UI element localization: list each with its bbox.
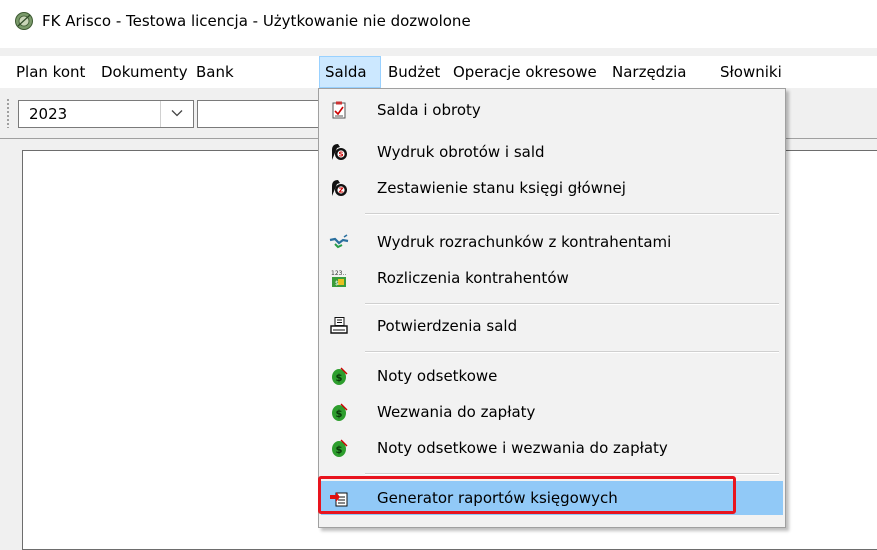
menu-budzet[interactable]: Budżet	[388, 56, 440, 88]
salda-menu: Salda i obroty S Wydruk obrotów i sald Z…	[318, 88, 786, 528]
menu-item-noty-i-wezwania[interactable]: $ Noty odsetkowe i wezwania do zapłaty	[321, 431, 783, 465]
svg-text:$: $	[336, 373, 343, 384]
bag-s-icon: S	[332, 144, 347, 160]
menu-item-label: Wezwania do zapłaty	[377, 403, 536, 421]
toolbar-grip[interactable]	[6, 98, 10, 128]
report-generator-icon	[330, 492, 348, 507]
chevron-down-icon	[171, 110, 183, 117]
menu-item-label: Generator raportów księgowych	[377, 489, 618, 507]
svg-text:$: $	[335, 280, 339, 287]
menu-item-label: Wydruk obrotów i sald	[377, 143, 545, 161]
menu-slowniki[interactable]: Słowniki	[720, 56, 782, 88]
checklist-icon	[332, 101, 346, 119]
menu-item-label: Rozliczenia kontrahentów	[377, 269, 569, 287]
menu-bank[interactable]: Bank	[196, 56, 234, 88]
svg-text:123..: 123..	[331, 270, 346, 277]
svg-text:$: $	[336, 409, 343, 420]
menu-item-label: Salda i obroty	[377, 101, 481, 119]
menu-item-label: Noty odsetkowe	[377, 367, 498, 385]
year-select[interactable]: 2023	[18, 100, 194, 128]
money-note-icon: $	[332, 403, 348, 421]
printer-icon	[330, 317, 348, 334]
menu-item-label: Potwierdzenia sald	[377, 317, 518, 335]
handshake-icon	[329, 234, 349, 249]
menu-item-noty-odsetkowe[interactable]: $ Noty odsetkowe	[321, 359, 783, 393]
money-note-icon: $	[332, 439, 348, 457]
menu-item-label: Wydruk rozrachunków z kontrahentami	[377, 233, 672, 251]
menu-separator	[365, 303, 779, 305]
year-dropdown-button[interactable]	[160, 101, 193, 127]
menu-item-wydruk-rozrachunkow[interactable]: Wydruk rozrachunków z kontrahentami	[321, 225, 783, 259]
money-note-icon: $	[332, 367, 348, 385]
year-value: 2023	[29, 105, 68, 123]
title-bar: FK Arisco - Testowa licencja - Użytkowan…	[0, 0, 877, 48]
menu-item-rozliczenia-kontrahentow[interactable]: 123.. $ Rozliczenia kontrahentów	[321, 261, 783, 295]
menu-item-wezwania-do-zaplaty[interactable]: $ Wezwania do zapłaty	[321, 395, 783, 429]
menu-narzedzia[interactable]: Narzędzia	[612, 56, 686, 88]
menu-item-wydruk-obrotow-i-sald[interactable]: S Wydruk obrotów i sald	[321, 135, 783, 169]
svg-text:S: S	[338, 151, 343, 159]
menu-salda[interactable]: Salda	[319, 56, 381, 88]
menu-separator	[365, 473, 779, 475]
menu-item-salda-i-obroty[interactable]: Salda i obroty	[321, 93, 783, 127]
svg-text:Z: Z	[338, 187, 343, 195]
menu-item-potwierdzenia-sald[interactable]: Potwierdzenia sald	[321, 309, 783, 343]
menu-item-label: Zestawienie stanu księgi głównej	[377, 179, 626, 197]
menu-item-zestawienie-stanu[interactable]: Z Zestawienie stanu księgi głównej	[321, 171, 783, 205]
secondary-field[interactable]	[197, 100, 327, 128]
menu-separator	[365, 213, 779, 215]
menu-dokumenty[interactable]: Dokumenty	[101, 56, 188, 88]
app-seal-icon	[15, 12, 33, 30]
menu-item-generator-raportow[interactable]: Generator raportów księgowych	[321, 481, 783, 515]
menu-item-label: Noty odsetkowe i wezwania do zapłaty	[377, 439, 668, 457]
bag-z-icon: Z	[332, 180, 347, 196]
menu-bar: Plan kont Dokumenty Bank Salda Budżet Op…	[0, 56, 877, 88]
svg-text:$: $	[336, 445, 343, 456]
window-title: FK Arisco - Testowa licencja - Użytkowan…	[42, 12, 471, 30]
calculator-123-icon: 123.. $	[331, 270, 346, 287]
menu-operacje-okresowe[interactable]: Operacje okresowe	[453, 56, 597, 88]
menu-plan-kont[interactable]: Plan kont	[16, 56, 85, 88]
menu-separator	[365, 351, 779, 353]
